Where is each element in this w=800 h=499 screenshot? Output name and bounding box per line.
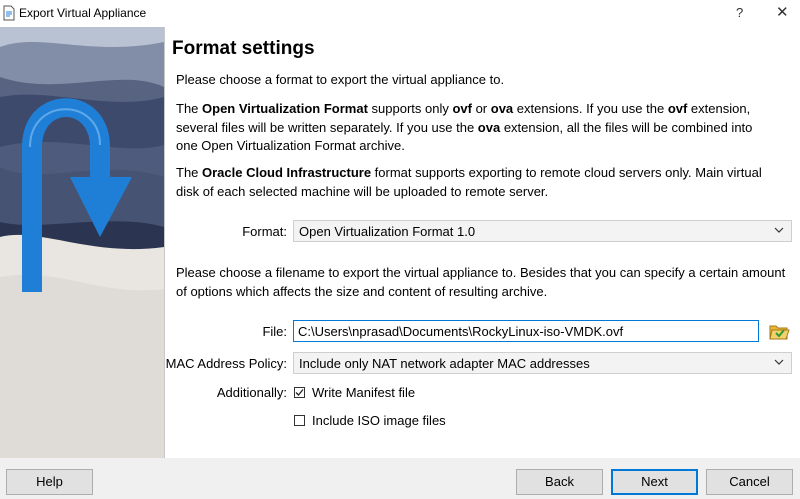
- file-label: File:: [262, 324, 287, 339]
- folder-open-icon[interactable]: [768, 320, 790, 342]
- write-manifest-label[interactable]: Write Manifest file: [312, 385, 415, 400]
- file-path-field[interactable]: [293, 320, 759, 342]
- format-select[interactable]: Open Virtualization Format 1.0: [293, 220, 792, 242]
- mac-policy-select[interactable]: Include only NAT network adapter MAC add…: [293, 352, 792, 374]
- back-button[interactable]: Back: [516, 469, 603, 495]
- write-manifest-checkbox[interactable]: [294, 387, 305, 398]
- intro-text: Please choose a format to export the vir…: [176, 72, 505, 87]
- format-label: Format:: [242, 224, 287, 239]
- filename-description: Please choose a filename to export the v…: [176, 265, 786, 299]
- title-bar: Export Virtual Appliance ? ✕: [0, 0, 800, 27]
- export-arrow-illustration: [0, 27, 164, 458]
- include-iso-label[interactable]: Include ISO image files: [312, 413, 446, 428]
- oci-description: The Oracle Cloud Infrastructure format s…: [176, 165, 762, 199]
- wizard-footer: Help Back Next Cancel: [0, 458, 800, 499]
- wizard-side-image: [0, 27, 164, 458]
- checkmark-icon: [295, 389, 304, 396]
- mac-policy-label: MAC Address Policy:: [165, 356, 287, 371]
- help-button[interactable]: Help: [6, 469, 93, 495]
- chevron-down-icon: [774, 359, 784, 365]
- chevron-down-icon: [774, 227, 784, 233]
- cancel-button[interactable]: Cancel: [706, 469, 793, 495]
- virtualbox-app-icon: [3, 5, 15, 21]
- close-icon[interactable]: ✕: [776, 3, 789, 21]
- wizard-page: Format settings Please choose a format t…: [165, 27, 800, 458]
- format-value: Open Virtualization Format 1.0: [299, 224, 476, 239]
- help-icon[interactable]: ?: [736, 5, 743, 20]
- window-title: Export Virtual Appliance: [19, 6, 147, 20]
- mac-policy-value: Include only NAT network adapter MAC add…: [299, 356, 590, 371]
- include-iso-checkbox[interactable]: [294, 415, 305, 426]
- file-path-input[interactable]: [294, 321, 758, 341]
- additionally-label: Additionally:: [216, 385, 287, 400]
- next-button[interactable]: Next: [611, 469, 698, 495]
- page-title: Format settings: [172, 38, 315, 59]
- ovf-description: The Open Virtualization Format supports …: [176, 101, 753, 153]
